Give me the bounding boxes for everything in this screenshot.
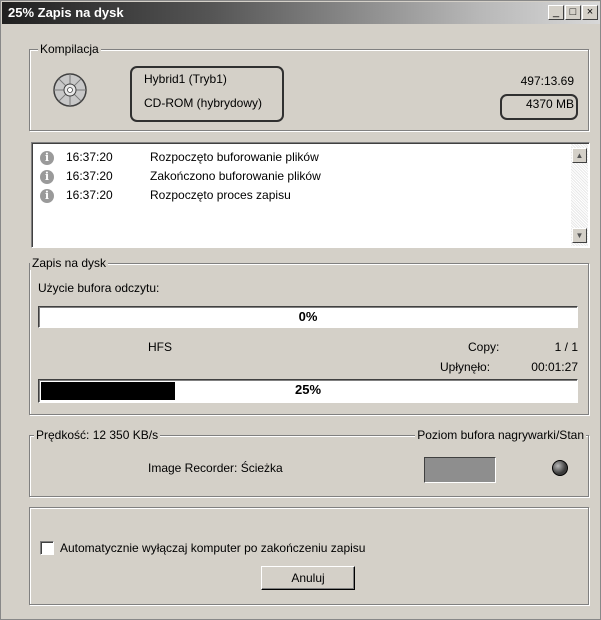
log-entry: i 16:37:20 Zakończono buforowanie plików	[40, 169, 321, 185]
log-message: Rozpoczęto proces zapisu	[150, 188, 291, 202]
log-scrollbar[interactable]: ▲ ▼	[571, 144, 588, 246]
compilation-size: 4370 MB	[525, 97, 574, 111]
scroll-down-icon[interactable]: ▼	[572, 228, 587, 243]
minimize-button[interactable]: _	[548, 5, 564, 20]
log-time: 16:37:20	[66, 169, 113, 183]
buffer-label: Użycie bufora odczytu:	[38, 281, 160, 295]
maximize-button[interactable]: □	[565, 5, 581, 20]
log-entry: i 16:37:20 Rozpoczęto proces zapisu	[40, 188, 291, 204]
compilation-type: CD-ROM (hybrydowy)	[144, 96, 263, 110]
write-legend: Zapis na dysk	[30, 256, 109, 270]
filesystem-label: HFS	[148, 340, 172, 354]
auto-shutdown-checkbox[interactable]	[40, 541, 54, 555]
speed-legend: Prędkość: 12 350 KB/s	[34, 428, 161, 442]
recorder-buffer-level	[424, 457, 496, 483]
compilation-group: Kompilacja Hybrid1 (Tryb1) CD-ROM (hybry…	[29, 42, 589, 131]
log-time: 16:37:20	[66, 150, 113, 164]
compilation-legend: Kompilacja	[38, 42, 101, 56]
cd-disc-icon	[53, 73, 87, 107]
title-bar[interactable]: 25% Zapis na dysk _ □ ×	[2, 2, 600, 24]
info-icon: i	[40, 188, 54, 203]
compilation-duration: 497:13.69	[520, 74, 574, 88]
burn-window: 25% Zapis na dysk _ □ × Kompilacja Hybri…	[0, 0, 601, 620]
copy-label: Copy:	[468, 340, 500, 354]
close-button[interactable]: ×	[582, 5, 598, 20]
log-entry: i 16:37:20 Rozpoczęto buforowanie plików	[40, 150, 319, 166]
window-title: 25% Zapis na dysk	[8, 5, 124, 20]
info-icon: i	[40, 169, 54, 184]
elapsed-value: 00:01:27	[531, 360, 578, 374]
log-message: Zakończono buforowanie plików	[150, 169, 321, 183]
log-time: 16:37:20	[66, 188, 113, 202]
log-message: Rozpoczęto buforowanie plików	[150, 150, 319, 164]
scroll-up-icon[interactable]: ▲	[572, 148, 587, 163]
speed-group: Prędkość: 12 350 KB/s Poziom bufora nagr…	[29, 428, 589, 497]
buffer-percent: 0%	[298, 309, 318, 324]
elapsed-label: Upłynęło:	[440, 360, 491, 374]
cancel-button[interactable]: Anuluj	[261, 566, 355, 590]
status-led-icon	[552, 460, 568, 476]
auto-shutdown-label[interactable]: Automatycznie wyłączaj komputer po zakoń…	[60, 541, 365, 555]
write-percent: 25%	[294, 382, 322, 397]
write-progress-bar: 25%	[38, 379, 578, 403]
buffer-progress-bar: 0%	[38, 306, 578, 328]
recorder-status: Image Recorder: Ścieżka	[148, 461, 283, 475]
copy-value: 1 / 1	[554, 340, 578, 354]
buffer-level-legend: Poziom bufora nagrywarki/Stan	[415, 428, 586, 442]
info-icon: i	[40, 150, 54, 165]
log-list[interactable]: i 16:37:20 Rozpoczęto buforowanie plików…	[31, 142, 590, 248]
footer-group: Automatycznie wyłączaj komputer po zakoń…	[29, 507, 589, 605]
compilation-name: Hybrid1 (Tryb1)	[144, 72, 227, 86]
write-group: Zapis na dysk Użycie bufora odczytu: 0% …	[29, 256, 589, 415]
